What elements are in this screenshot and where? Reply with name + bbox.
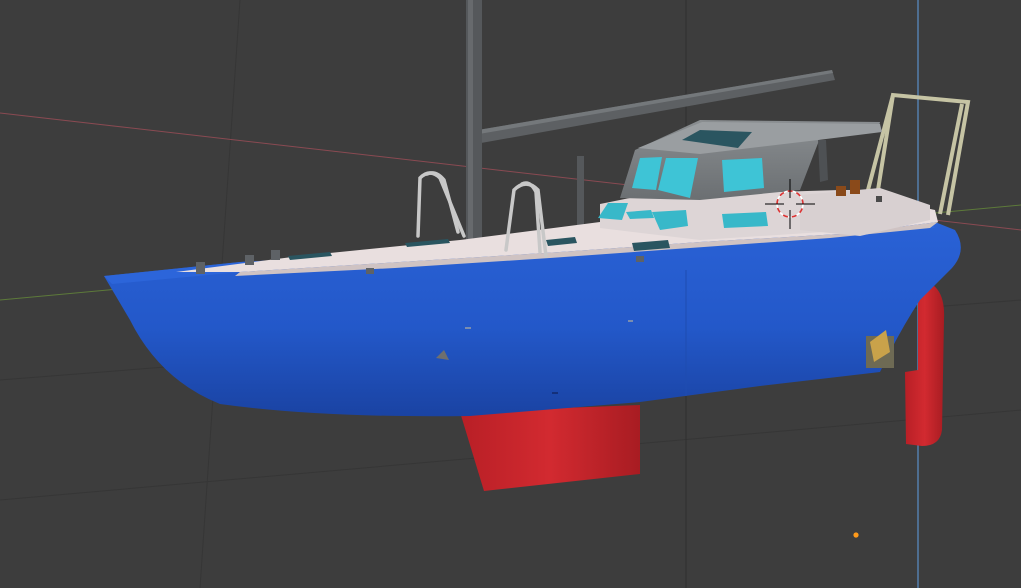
- viewport-canvas[interactable]: [0, 0, 1021, 588]
- object-origin-icon[interactable]: [853, 532, 859, 538]
- keel: [460, 405, 640, 491]
- 3d-viewport[interactable]: [0, 0, 1021, 588]
- wheelhouse-aft-post: [818, 140, 828, 182]
